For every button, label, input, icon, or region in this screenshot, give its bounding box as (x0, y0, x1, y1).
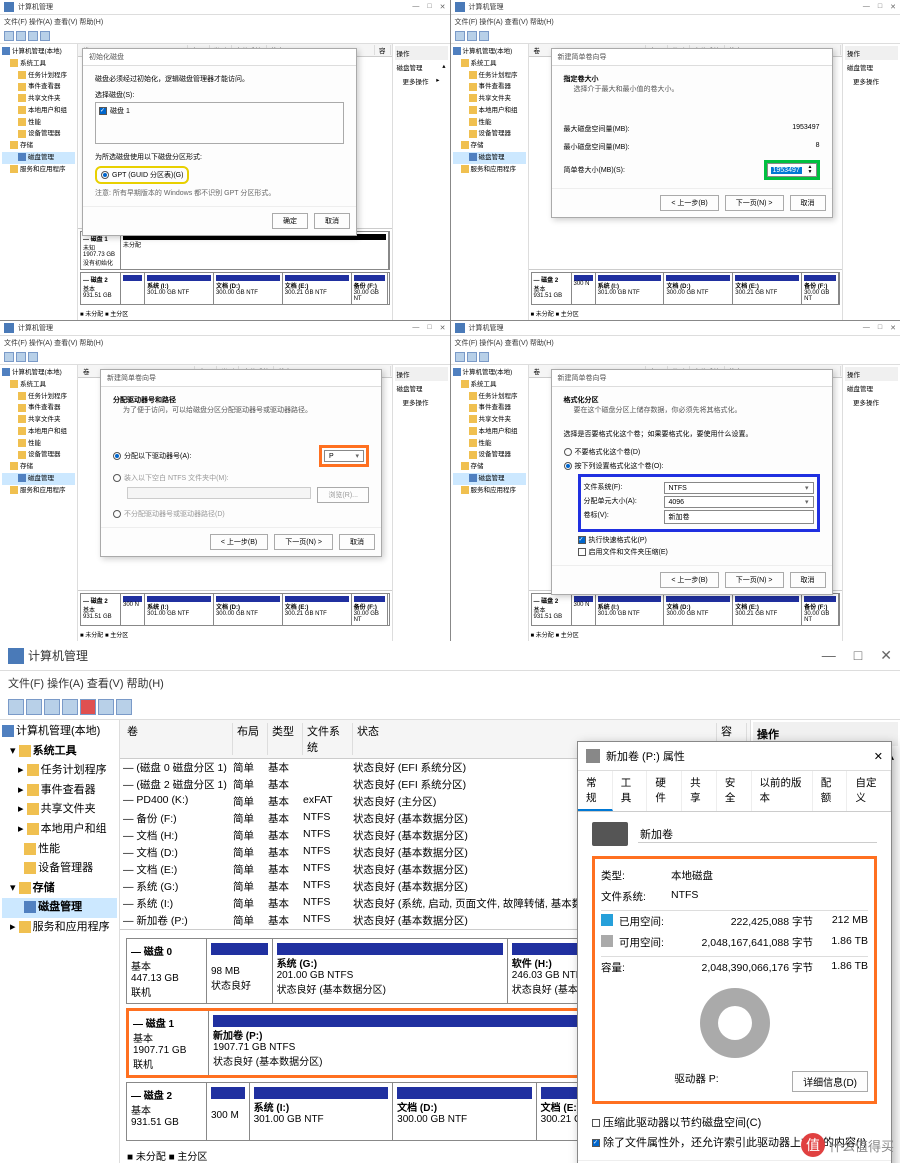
menubar[interactable]: 文件(F) 操作(A) 查看(V) 帮助(H) (0, 15, 450, 29)
tree-diskmgmt: 磁盘管理 (2, 152, 75, 164)
back-button[interactable]: < 上一步(B) (660, 195, 718, 211)
usage-pie-icon (700, 988, 770, 1058)
tree-root: 计算机管理(本地) (2, 46, 75, 58)
property-tabs[interactable]: 常规 工具 硬件 共享 安全 以前的版本 配额 自定义 (578, 771, 891, 812)
close-icon[interactable]: ✕ (440, 3, 446, 11)
window-title: 计算机管理 (28, 647, 822, 664)
radio-no-format[interactable] (564, 448, 572, 456)
delete-icon[interactable] (80, 699, 96, 715)
used-color-icon (601, 914, 613, 926)
init-disk-dialog: 初始化磁盘 磁盘必须经过初始化，逻辑磁盘管理器才能访问。 选择磁盘(S): 磁盘… (82, 48, 357, 236)
app-icon (4, 2, 14, 12)
nav-tree[interactable]: 计算机管理(本地) ▾ 系统工具 ▸ 任务计划程序 ▸ 事件查看器 ▸ 共享文件… (0, 720, 120, 1163)
maximize-icon[interactable]: □ (427, 3, 431, 11)
radio-mount-path[interactable] (113, 474, 121, 482)
gpt-option-highlight: GPT (GUID 分区表)(G) (95, 166, 189, 184)
volume-name-input[interactable] (638, 826, 877, 843)
checkbox-icon (99, 107, 107, 115)
panel-volume-size: 计算机管理—□✕ 文件(F) 操作(A) 查看(V) 帮助(H) 计算机管理(本… (451, 0, 900, 320)
panel-result: 计算机管理— □ ✕ 文件(F) 操作(A) 查看(V) 帮助(H) 计算机管理(本… (0, 641, 900, 1163)
toolbar (0, 695, 900, 720)
browse-button: 浏览(R)... (317, 487, 369, 503)
drive-letter-dialog: 新建简单卷向导 分配驱动器号和路径 为了便于访问，可以给磁盘分区分配驱动器号或驱… (100, 369, 382, 557)
back-icon[interactable] (8, 699, 24, 715)
drive-icon (592, 822, 628, 846)
toolbar (0, 29, 450, 44)
min-size-value: 8 (816, 142, 820, 152)
help-icon[interactable] (40, 31, 50, 41)
filesystem-combo[interactable]: NTFS▾ (664, 482, 814, 494)
properties-highlight: 类型:本地磁盘 文件系统:NTFS 已用空间:222,425,088 字节212… (592, 856, 877, 1104)
size-highlight: 1953497▲▼ (764, 160, 820, 180)
actions-pane: 操作 磁盘管理▴ 更多操作▸ (392, 44, 450, 320)
quick-format-checkbox[interactable] (578, 536, 586, 544)
radio-no-letter[interactable] (113, 510, 121, 518)
properties-icon[interactable] (98, 699, 114, 715)
panel-drive-letter: 计算机管理—□✕ 文件(F) 操作(A) 查看(V) 帮助(H) 计算机管理(本… (0, 321, 450, 641)
radio-format[interactable] (564, 462, 572, 470)
free-color-icon (601, 935, 613, 947)
help-icon[interactable] (116, 699, 132, 715)
panel-format: 计算机管理—□✕ 文件(F) 操作(A) 查看(V) 帮助(H) 计算机管理(本… (451, 321, 900, 641)
ok-button[interactable]: 确定 (272, 213, 308, 229)
tree-diskmgmt: 磁盘管理 (2, 898, 117, 918)
refresh-icon[interactable] (62, 699, 78, 715)
volume-label-input[interactable]: 新加卷 (664, 510, 814, 524)
details-button[interactable]: 详细信息(D) (792, 1071, 868, 1092)
disk-2-strip[interactable]: — 磁盘 2基本931.51 GB 系统 (I:)301.00 GB NTF 文… (80, 272, 390, 305)
watermark: 值什么值得买 (801, 1133, 894, 1157)
compress-drive-checkbox[interactable] (592, 1119, 600, 1127)
drive-letter-combo[interactable]: P▾ (324, 450, 364, 462)
dialog-title: 新加卷 (P:) 属性 (606, 748, 685, 764)
format-settings-highlight: 文件系统(F):NTFS▾ 分配单元大小(A):4096▾ 卷标(V):新加卷 (578, 474, 820, 532)
disk-1-strip[interactable]: — 磁盘 1未知1907.73 GB没有初始化 未分配 (80, 231, 390, 270)
cancel-button[interactable]: 取消 (314, 213, 350, 229)
minimize-icon[interactable]: — (412, 3, 419, 11)
up-icon[interactable] (44, 699, 60, 715)
minimize-icon[interactable]: — (822, 647, 836, 664)
volume-properties-dialog: 新加卷 (P:) 属性 ✕ 常规 工具 硬件 共享 安全 以前的版本 配额 自定义… (577, 741, 892, 1163)
nav-tree[interactable]: 计算机管理(本地) 系统工具 任务计划程序 事件查看器 共享文件夹 本地用户和组… (0, 44, 78, 320)
mount-path-input (127, 487, 311, 499)
close-icon[interactable]: ✕ (880, 647, 892, 664)
radio-gpt[interactable] (101, 171, 109, 179)
volume-size-dialog: 新建简单卷向导 指定卷大小 选择介于最大和最小值的卷大小。 最大磁盘空间量(MB… (551, 48, 833, 218)
dialog-title: 初始化磁盘 (83, 49, 356, 66)
close-icon[interactable]: ✕ (874, 750, 883, 763)
tree-root: 计算机管理(本地) (2, 722, 117, 742)
panel-init-disk: 计算机管理— □ ✕ 文件(F) 操作(A) 查看(V) 帮助(H) 计算机管理(本… (0, 0, 450, 320)
compress-checkbox[interactable] (578, 548, 586, 556)
forward-icon[interactable] (16, 31, 26, 41)
allocation-combo[interactable]: 4096▾ (664, 496, 814, 508)
radio-assign-letter[interactable] (113, 452, 121, 460)
back-icon[interactable] (4, 31, 14, 41)
window-title: 计算机管理 (18, 2, 412, 12)
maximize-icon[interactable]: □ (854, 647, 862, 664)
format-dialog: 新建简单卷向导 格式化分区 要在这个磁盘分区上储存数据，你必须先将其格式化。 选… (551, 369, 833, 595)
cancel-button[interactable]: 取消 (790, 195, 826, 211)
refresh-icon[interactable] (28, 31, 38, 41)
menubar[interactable]: 文件(F) 操作(A) 查看(V) 帮助(H) (0, 671, 900, 695)
max-size-value: 1953497 (792, 124, 819, 134)
next-button[interactable]: 下一页(N) > (725, 195, 784, 211)
tab-general[interactable]: 常规 (578, 771, 613, 811)
disk-list[interactable]: 磁盘 1 (95, 102, 344, 144)
letter-highlight: P▾ (319, 445, 369, 467)
drive-icon (586, 749, 600, 763)
forward-icon[interactable] (26, 699, 42, 715)
legend: ■ 未分配 ■ 主分区 (78, 307, 392, 320)
volume-size-input[interactable]: 1953497▲▼ (767, 163, 817, 177)
index-drive-checkbox[interactable] (592, 1139, 600, 1147)
